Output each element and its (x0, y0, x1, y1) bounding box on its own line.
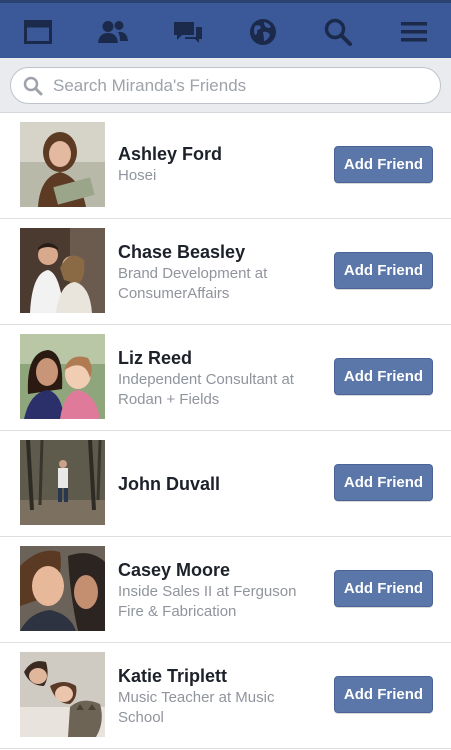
friend-subtitle-line-2: School (118, 709, 164, 726)
list-item: Casey Moore Inside Sales II at Ferguson … (0, 537, 451, 643)
search-bar (0, 58, 451, 113)
friend-info: Katie Triplett Music Teacher at Music Sc… (118, 665, 318, 728)
add-friend-button[interactable]: Add Friend (334, 676, 433, 713)
messages-icon[interactable] (170, 14, 206, 50)
search-box[interactable] (10, 67, 441, 104)
friend-name[interactable]: Chase Beasley (118, 241, 318, 263)
avatar[interactable] (20, 546, 105, 631)
friends-list: Ashley Ford Hosei Add Friend Chase Beasl… (0, 113, 451, 749)
add-friend-button[interactable]: Add Friend (334, 252, 433, 289)
avatar[interactable] (20, 334, 105, 419)
friend-info: Liz Reed Independent Consultant at Rodan… (118, 347, 318, 410)
avatar[interactable] (20, 652, 105, 737)
list-item: Chase Beasley Brand Development at Consu… (0, 219, 451, 325)
friends-icon[interactable] (95, 14, 131, 50)
add-friend-button[interactable]: Add Friend (334, 358, 433, 395)
avatar[interactable] (20, 440, 105, 525)
feed-icon[interactable] (20, 14, 56, 50)
notifications-globe-icon[interactable] (245, 14, 281, 50)
search-input[interactable] (51, 74, 415, 97)
friend-subtitle-line-2: ConsumerAffairs (118, 285, 230, 302)
friend-info: Casey Moore Inside Sales II at Ferguson … (118, 559, 318, 622)
friend-subtitle-line-2: Fire & Fabrication (118, 603, 237, 620)
friend-subtitle-line-1: Music Teacher at Music (118, 689, 275, 706)
friend-name[interactable]: Casey Moore (118, 559, 318, 581)
top-navigation-bar (0, 0, 451, 58)
add-friend-button[interactable]: Add Friend (334, 570, 433, 607)
friend-name[interactable]: Ashley Ford (118, 143, 318, 165)
avatar[interactable] (20, 228, 105, 313)
friend-subtitle-line-2: Rodan + Fields (118, 391, 220, 408)
friend-info: Ashley Ford Hosei (118, 143, 318, 186)
magnifier-icon (23, 76, 43, 95)
friend-info: John Duvall (118, 473, 318, 495)
friend-subtitle-line-1: Inside Sales II at Ferguson (118, 583, 297, 600)
list-item: Ashley Ford Hosei Add Friend (0, 113, 451, 219)
friend-name[interactable]: Katie Triplett (118, 665, 318, 687)
avatar[interactable] (20, 122, 105, 207)
friend-subtitle-line-1: Brand Development at (118, 265, 268, 282)
friend-name[interactable]: John Duvall (118, 473, 318, 495)
friend-info: Chase Beasley Brand Development at Consu… (118, 241, 318, 304)
add-friend-button[interactable]: Add Friend (334, 464, 433, 501)
add-friend-button[interactable]: Add Friend (334, 146, 433, 183)
friend-name[interactable]: Liz Reed (118, 347, 318, 369)
list-item: Liz Reed Independent Consultant at Rodan… (0, 325, 451, 431)
friend-subtitle-line-1: Independent Consultant at (118, 371, 294, 388)
menu-icon[interactable] (396, 14, 432, 50)
list-item: John Duvall Add Friend (0, 431, 451, 537)
friend-subtitle: Hosei (118, 167, 157, 184)
search-icon[interactable] (320, 14, 356, 50)
list-item: Katie Triplett Music Teacher at Music Sc… (0, 643, 451, 749)
